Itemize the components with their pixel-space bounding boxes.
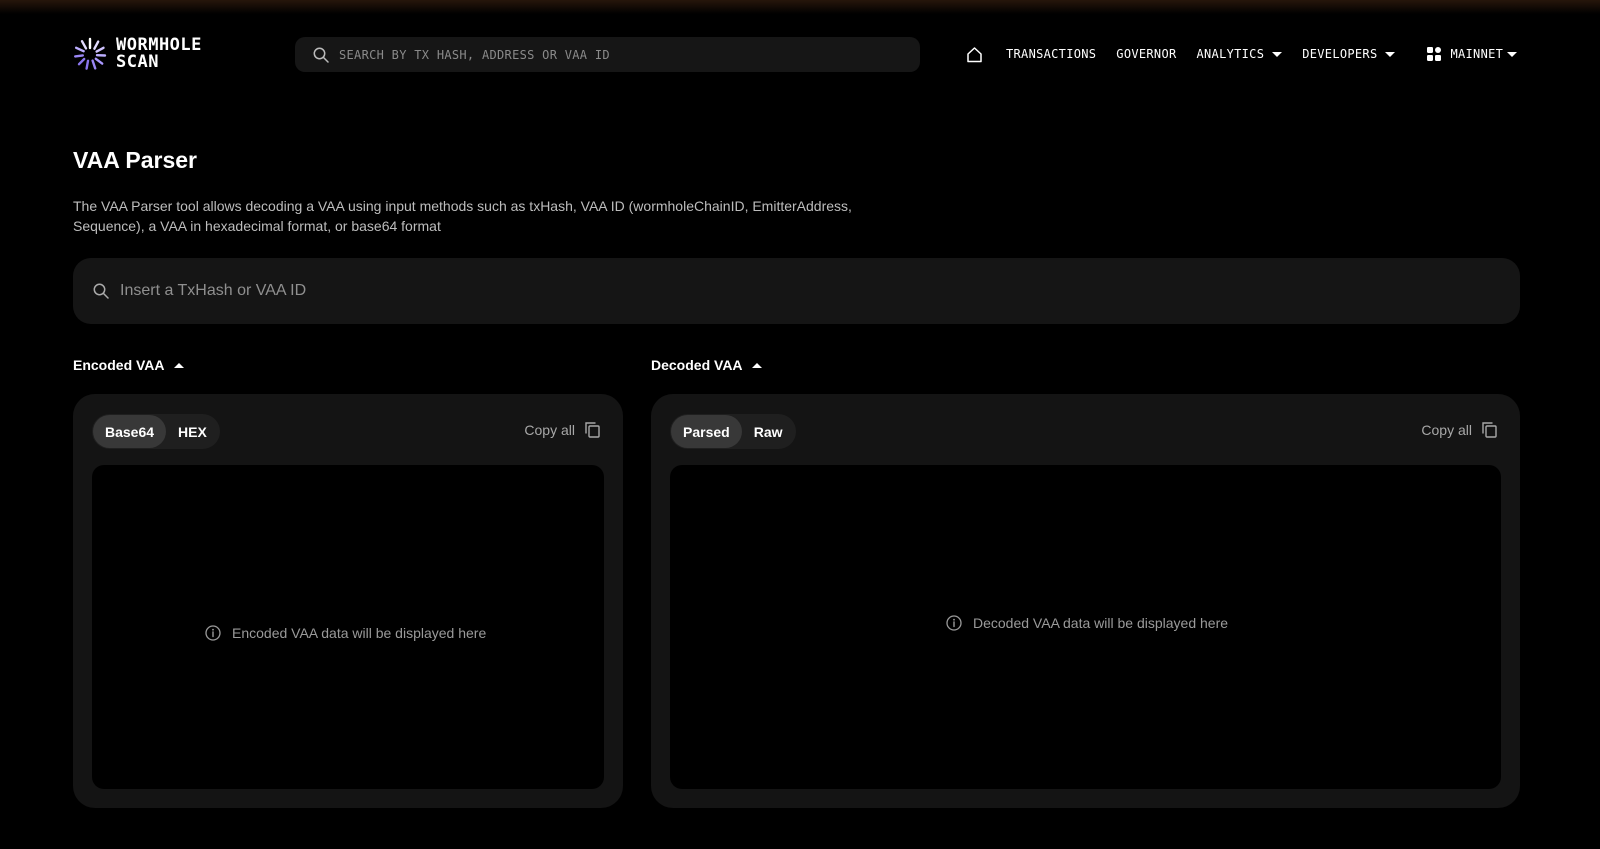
tab-base64[interactable]: Base64 <box>93 415 167 448</box>
vaa-search-bar[interactable] <box>73 258 1520 324</box>
main-nav: TRANSACTIONS GOVERNOR ANALYTICS DEVELOPE… <box>966 42 1518 66</box>
info-icon <box>205 625 221 641</box>
encoded-empty-state: Encoded VAA data will be displayed here <box>205 625 486 641</box>
nav-analytics-dropdown[interactable]: ANALYTICS <box>1197 47 1283 61</box>
nav-transactions[interactable]: TRANSACTIONS <box>1006 47 1096 61</box>
copy-all-encoded-button[interactable]: Copy all <box>524 422 600 438</box>
decoded-vaa-output: Decoded VAA data will be displayed here <box>670 465 1501 789</box>
search-icon <box>93 283 109 299</box>
home-nav-button[interactable] <box>966 46 983 63</box>
description-line-1: The VAA Parser tool allows decoding a VA… <box>73 198 852 214</box>
decoded-empty-message: Decoded VAA data will be displayed here <box>973 615 1229 631</box>
nav-developers-label: DEVELOPERS <box>1302 47 1378 61</box>
nav-governor[interactable]: GOVERNOR <box>1116 47 1176 61</box>
nav-governor-label: GOVERNOR <box>1116 47 1177 61</box>
copy-icon <box>1482 422 1497 438</box>
copy-all-label: Copy all <box>524 422 575 438</box>
encoded-vaa-toggle[interactable]: Encoded VAA <box>73 357 184 373</box>
wormhole-logo-icon <box>74 37 107 70</box>
chevron-up-icon <box>173 362 184 368</box>
brand-wordmark: WORMHOLE SCAN <box>116 37 202 71</box>
info-icon <box>946 615 962 631</box>
encoded-empty-message: Encoded VAA data will be displayed here <box>232 625 487 641</box>
copy-all-label: Copy all <box>1421 422 1472 438</box>
global-search-input[interactable] <box>339 47 899 62</box>
home-icon <box>967 46 982 62</box>
chevron-up-icon <box>751 362 762 368</box>
site-header: WORMHOLE SCAN TRANSACTIONS GOVERNOR ANAL… <box>0 0 1600 108</box>
nav-analytics-label: ANALYTICS <box>1196 47 1265 61</box>
encoded-vaa-label: Encoded VAA <box>73 357 165 373</box>
decoded-empty-state: Decoded VAA data will be displayed here <box>946 615 1228 631</box>
decoded-vaa-toggle[interactable]: Decoded VAA <box>651 357 762 373</box>
wormholescan-logo[interactable]: WORMHOLE SCAN <box>72 36 202 72</box>
page-title: VAA Parser <box>73 147 198 173</box>
copy-icon <box>585 422 600 438</box>
encoding-format-toggle: Base64 HEX <box>92 414 220 449</box>
tab-raw[interactable]: Raw <box>742 415 795 448</box>
chevron-down-icon <box>1272 51 1283 57</box>
encoded-vaa-output: Encoded VAA data will be displayed here <box>92 465 604 789</box>
chevron-down-icon <box>1385 51 1396 57</box>
encoded-vaa-panel: Base64 HEX Copy all Encoded VAA data wil… <box>73 394 623 808</box>
brand-line-2: SCAN <box>116 52 159 72</box>
global-search-bar[interactable] <box>295 37 920 72</box>
vaa-search-input[interactable] <box>120 282 1420 300</box>
search-icon <box>313 47 329 63</box>
description-line-2: Sequence), a VAA in hexadecimal format, … <box>73 217 441 234</box>
network-selector[interactable]: MAINNET <box>1427 47 1518 61</box>
decode-view-toggle: Parsed Raw <box>670 414 796 449</box>
nav-transactions-label: TRANSACTIONS <box>1006 47 1097 61</box>
tab-hex[interactable]: HEX <box>166 415 219 448</box>
decoded-vaa-label: Decoded VAA <box>651 357 743 373</box>
decoded-vaa-panel: Parsed Raw Copy all Decoded VAA data wil… <box>651 394 1520 808</box>
network-label: MAINNET <box>1450 47 1504 61</box>
copy-all-decoded-button[interactable]: Copy all <box>1421 422 1497 438</box>
page-description: The VAA Parser tool allows decoding a VA… <box>73 197 873 236</box>
chevron-down-icon <box>1507 51 1518 57</box>
network-grid-icon <box>1427 47 1442 61</box>
nav-developers-dropdown[interactable]: DEVELOPERS <box>1302 47 1396 61</box>
tab-parsed[interactable]: Parsed <box>671 415 742 448</box>
